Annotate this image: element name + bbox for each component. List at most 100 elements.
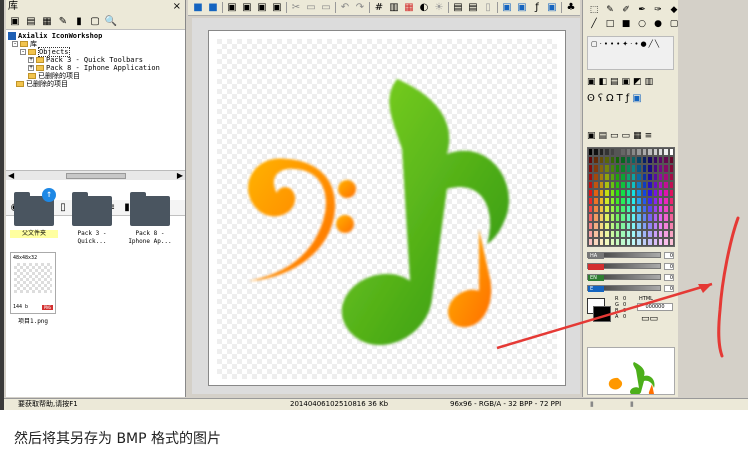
image-icon[interactable]: ▣ — [501, 2, 513, 14]
image-list-icon[interactable]: ▣ — [516, 2, 528, 14]
palette-swatch[interactable] — [668, 229, 674, 238]
redo-icon[interactable]: ↷ — [354, 2, 366, 14]
slider-green[interactable]: EN 0 — [587, 273, 674, 281]
palette-swatch[interactable] — [668, 237, 674, 246]
palette-swatch[interactable] — [668, 172, 674, 181]
slider-value[interactable]: 0 — [664, 262, 674, 270]
brush-size-icon[interactable]: ▢ — [591, 40, 598, 66]
brush-size-icon[interactable]: · — [600, 40, 602, 66]
collapse-icon[interactable]: - — [12, 41, 18, 47]
brush-size-icon[interactable]: ╱ — [649, 40, 653, 66]
palette-swatch[interactable] — [668, 188, 674, 197]
preview-icon[interactable]: ▯ — [482, 2, 494, 14]
delete-icon[interactable]: ▮ — [73, 16, 85, 28]
brush-size-icon[interactable]: ✦ — [622, 40, 628, 66]
undo-icon[interactable]: ↶ — [339, 2, 351, 14]
slider-red[interactable]: 0 — [587, 262, 674, 270]
tree-scrollbar[interactable]: ◀ ▶ — [6, 170, 185, 180]
tree-item-deleted-inner[interactable]: 已删除的项目 — [8, 72, 183, 80]
batch-icon[interactable]: ▣ — [546, 2, 558, 14]
brush-size-icon[interactable]: ╲ — [655, 40, 659, 66]
open-icon[interactable]: ■ — [207, 2, 219, 14]
scroll-right-icon[interactable]: ▶ — [177, 171, 183, 180]
copy-icon[interactable]: ▭ — [305, 2, 317, 14]
fill-mode-icon[interactable]: ▤ — [610, 77, 619, 87]
warp-tool-icon[interactable]: ʘ — [587, 93, 595, 104]
save-icon[interactable]: ▣ — [226, 2, 238, 14]
scroll-thumb[interactable] — [65, 172, 126, 179]
toggle-bg-icon[interactable]: ▦ — [403, 2, 415, 14]
color-palette[interactable] — [587, 147, 675, 247]
frame-icon[interactable]: ▤ — [467, 2, 479, 14]
text-tool-icon[interactable]: T — [617, 93, 623, 104]
folder-pack3[interactable]: Pack 3 - Quick... — [68, 192, 116, 246]
folder-pack8[interactable]: Pack 8 - Iphone Ap... — [126, 192, 174, 246]
palette-swatch[interactable] — [668, 197, 674, 206]
rounded-rect-tool-icon[interactable]: ▢ — [667, 18, 681, 30]
zoom-icon[interactable]: ▥ — [388, 2, 400, 14]
palette-menu-icon[interactable]: ▦ — [633, 131, 642, 141]
filled-ellipse-tool-icon[interactable]: ● — [651, 18, 665, 30]
palette-copy-icon[interactable]: ▭ — [622, 131, 631, 141]
brush-tool-icon[interactable]: ✐ — [619, 4, 633, 16]
picker-tool-icon[interactable]: ✒ — [635, 4, 649, 16]
fill-mode-icon[interactable]: ◧ — [599, 77, 608, 87]
new-library-icon[interactable]: ▣ — [9, 16, 21, 28]
tree-item-root[interactable]: Axialix IconWorkshop — [8, 32, 183, 40]
effects-icon[interactable]: ƒ — [531, 2, 543, 14]
spray-tool-icon[interactable]: ✑ — [651, 4, 665, 16]
paste-icon[interactable]: ▭ — [320, 2, 332, 14]
palette-save-icon[interactable]: ▤ — [599, 131, 608, 141]
grid-icon[interactable]: # — [373, 2, 385, 14]
expand-icon[interactable]: + — [28, 65, 34, 71]
slider-blue[interactable]: E 0 — [587, 284, 674, 292]
fill-tool-icon[interactable]: ◆ — [667, 4, 681, 16]
scroll-left-icon[interactable]: ◀ — [8, 171, 14, 180]
fill-mode-icon[interactable]: ▣ — [622, 77, 631, 87]
slider-value[interactable]: 0 — [664, 273, 674, 281]
fill-mode-icon[interactable]: ◩ — [633, 77, 642, 87]
palette-swatch[interactable] — [668, 164, 674, 173]
brush-size-icon[interactable]: · — [630, 40, 632, 66]
image-tool-icon[interactable]: ▣ — [632, 93, 641, 104]
fill-mode-icon[interactable]: ▥ — [645, 77, 654, 87]
light-icon[interactable]: ☀ — [433, 2, 445, 14]
save-icon[interactable]: ▦ — [41, 16, 53, 28]
expand-icon[interactable]: + — [28, 57, 34, 63]
palette-swatch[interactable] — [668, 205, 674, 214]
new-icon[interactable]: ■ — [192, 2, 204, 14]
collapse-icon[interactable]: - — [20, 49, 26, 55]
tree-item-pack8[interactable]: + Pack 8 - Iphone Application — [8, 64, 183, 72]
brush-size-icon[interactable]: ● — [641, 40, 647, 66]
brush-size-icon[interactable]: • — [616, 40, 620, 66]
slider-value[interactable]: 0 — [664, 251, 674, 259]
arch-tool-icon[interactable]: Ω — [606, 93, 614, 104]
brush-size-icon[interactable]: • — [604, 40, 608, 66]
slider-hue[interactable]: HA 0 — [587, 251, 674, 259]
layer-icon[interactable]: ▤ — [452, 2, 464, 14]
close-icon[interactable]: × — [173, 0, 181, 14]
palette-swatch[interactable] — [668, 148, 674, 157]
png-file-item[interactable]: 48x48x32 144 b PNG — [10, 252, 56, 314]
icon-canvas[interactable] — [208, 30, 566, 386]
palette-open-icon[interactable]: ▣ — [587, 131, 596, 141]
tree-item-library[interactable]: - 库 — [8, 40, 183, 48]
palette-new-icon[interactable]: ▭ — [610, 131, 619, 141]
palette-swatch[interactable] — [668, 180, 674, 189]
filter-icon[interactable]: ◐ — [418, 2, 430, 14]
brush-size-icon[interactable]: • — [634, 40, 638, 66]
palette-swatch[interactable] — [668, 213, 674, 222]
brush-size-icon[interactable]: • — [610, 40, 614, 66]
palette-swatch[interactable] — [668, 221, 674, 230]
tree-item-pack3[interactable]: + Pack 3 - Quick Toolbars — [8, 56, 183, 64]
ellipse-tool-icon[interactable]: ○ — [635, 18, 649, 30]
foreground-color-swatch[interactable] — [593, 306, 611, 322]
line-tool-icon[interactable]: ╱ — [587, 18, 601, 30]
rect-tool-icon[interactable]: □ — [603, 18, 617, 30]
character-icon[interactable]: ♣ — [565, 2, 577, 14]
tree-item-objects[interactable]: - Objects — [8, 47, 183, 57]
export-icon[interactable]: ▣ — [271, 2, 283, 14]
cut-icon[interactable]: ✂ — [290, 2, 302, 14]
effects-tool-icon[interactable]: ƒ — [626, 93, 630, 104]
palette-options-icon[interactable]: ≡ — [645, 131, 653, 141]
